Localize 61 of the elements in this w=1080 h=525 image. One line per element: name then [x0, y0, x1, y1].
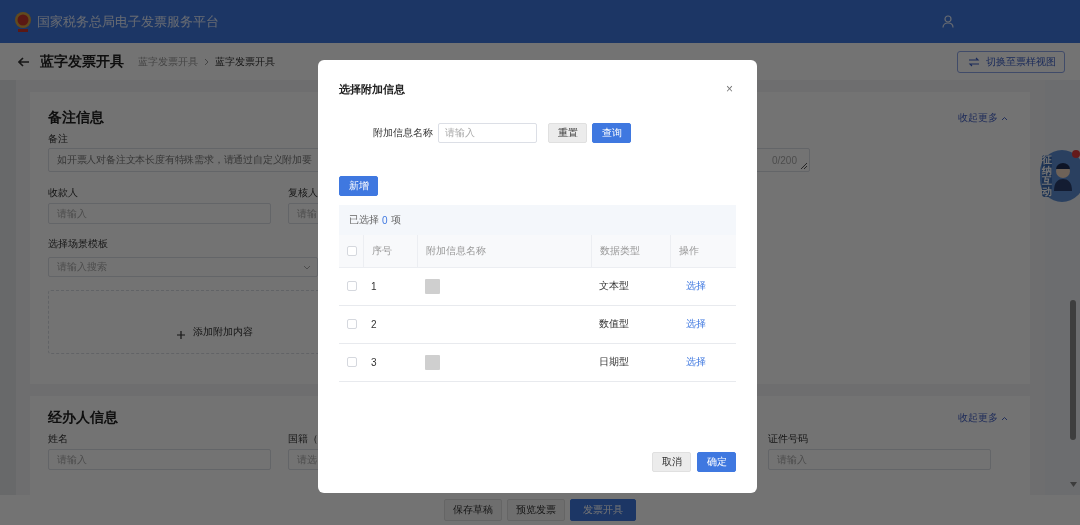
switch-view-button[interactable]: 切换至票样视图 [957, 50, 1065, 73]
field-label: 姓名 [48, 432, 68, 446]
user-icon[interactable] [942, 15, 954, 28]
table-cell: 数值型 [599, 318, 629, 329]
field-label: 复核人 [288, 186, 318, 200]
scrollbar-thumb[interactable] [1070, 300, 1076, 440]
collapse-link[interactable]: 收起更多 [958, 111, 1008, 125]
field-label: 附加信息名称 [373, 126, 433, 140]
caret-up-icon [1001, 115, 1008, 121]
chevron-right-icon [204, 57, 209, 66]
page-title: 蓝字发票开具 [40, 52, 124, 71]
column-header: 操作 [678, 244, 699, 256]
notification-dot-icon [1072, 150, 1080, 158]
select-link[interactable]: 选择 [686, 318, 706, 329]
action-button[interactable]: 保存草稿 [444, 499, 502, 521]
platform-title: 国家税务总局电子发票服务平台 [37, 12, 219, 31]
chevron-down-icon [303, 264, 311, 270]
field-label: 备注 [48, 132, 68, 146]
scroll-down-icon[interactable] [1070, 482, 1077, 487]
close-button[interactable]: × [726, 82, 733, 96]
section-title: 备注信息 [48, 109, 104, 127]
column-header: 数据类型 [599, 244, 640, 256]
field-label: 证件号码 [768, 432, 808, 446]
selection-text: 已选择 [349, 213, 379, 227]
selection-count: 0 [382, 214, 388, 226]
collapse-link[interactable]: 收起更多 [958, 411, 1008, 425]
back-arrow-icon[interactable] [18, 56, 30, 67]
checkbox[interactable] [347, 281, 357, 291]
field-label: 国籍（ [288, 432, 318, 446]
table-cell: 1 [371, 280, 377, 292]
checkbox[interactable] [347, 357, 357, 367]
select-link[interactable]: 选择 [686, 280, 706, 291]
breadcrumb-current: 蓝字发票开具 [215, 54, 275, 69]
checkbox[interactable] [347, 245, 357, 256]
resize-handle-icon[interactable] [801, 163, 807, 169]
table-cell: 日期型 [599, 356, 629, 367]
add-button[interactable]: 新增 [339, 176, 378, 196]
table-cell: 2 [371, 318, 377, 330]
swap-icon [968, 56, 980, 67]
column-header: 序号 [371, 244, 392, 256]
select-link[interactable]: 选择 [686, 356, 706, 367]
checkbox[interactable] [347, 319, 357, 329]
caret-up-icon [1001, 415, 1008, 421]
emblem-icon [14, 10, 32, 33]
assistant-label: 征纳互动 [1042, 155, 1052, 197]
dialog-title: 选择附加信息 [339, 81, 405, 97]
figure-icon [1052, 161, 1074, 191]
input-field[interactable]: 请输入 [438, 123, 537, 143]
cancel-button[interactable]: 取消 [652, 452, 691, 472]
plus-icon [177, 331, 185, 339]
query-button[interactable]: 查询 [592, 123, 631, 143]
confirm-button[interactable]: 确定 [697, 452, 736, 472]
field-label: 选择场景模板 [48, 237, 108, 251]
column-header: 附加信息名称 [425, 244, 486, 256]
table-cell: 3 [371, 356, 377, 368]
action-button[interactable]: 预览发票 [507, 499, 565, 521]
field-label: 收款人 [48, 186, 78, 200]
section-title: 经办人信息 [48, 409, 118, 427]
table-cell: 文本型 [599, 280, 629, 291]
reset-button[interactable]: 重置 [548, 123, 587, 143]
selection-text: 项 [390, 213, 401, 227]
